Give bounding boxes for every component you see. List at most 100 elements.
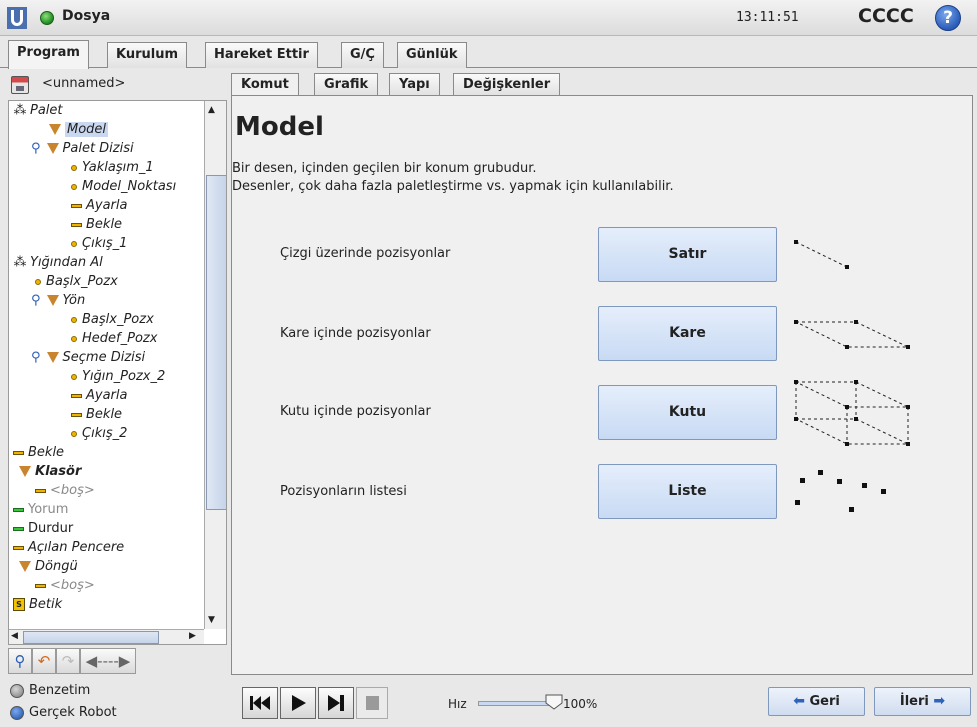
tab-grafik[interactable]: Grafik bbox=[314, 73, 379, 96]
tree-item-label: Yaklaşım_1 bbox=[82, 160, 154, 175]
stop-button[interactable] bbox=[356, 687, 388, 719]
folder-triangle-icon bbox=[19, 466, 31, 477]
tree-item-label: Çıkış_2 bbox=[82, 426, 128, 441]
tree-item[interactable]: <boş> bbox=[35, 576, 95, 595]
tree-item[interactable]: Bekle bbox=[71, 215, 122, 234]
play-button[interactable] bbox=[280, 687, 316, 719]
box-pattern-button[interactable]: Kutu bbox=[598, 385, 777, 440]
tree-item[interactable]: Yorum bbox=[13, 500, 68, 519]
tree-item-label: Yön bbox=[62, 293, 86, 308]
pattern-label-line: Çizgi üzerinde pozisyonlar bbox=[280, 246, 451, 261]
mode-simulation-label: Benzetim bbox=[29, 683, 91, 698]
file-menu[interactable]: Dosya bbox=[62, 8, 110, 24]
scroll-up-icon[interactable]: ▲ bbox=[208, 105, 215, 115]
tree-item[interactable]: S Betik bbox=[13, 595, 62, 614]
tree-item[interactable]: Başlx_Pozx bbox=[35, 272, 118, 291]
tree-item[interactable]: Ayarla bbox=[71, 386, 127, 405]
pattern-label-square: Kare içinde pozisyonlar bbox=[280, 326, 431, 341]
arrow-left-icon: ⬅ bbox=[793, 693, 805, 709]
line-pattern-button[interactable]: Satır bbox=[598, 227, 777, 282]
tree-item[interactable]: ⁂ Yığından Al bbox=[13, 253, 103, 272]
expander-icon[interactable]: ⚲ bbox=[31, 350, 41, 365]
back-label: Geri bbox=[809, 694, 840, 709]
save-icon[interactable] bbox=[11, 76, 29, 94]
tree-item[interactable]: ⚲ Yön bbox=[31, 291, 85, 310]
waypoint-icon bbox=[71, 373, 77, 380]
list-pattern-button[interactable]: Liste bbox=[598, 464, 777, 519]
tree-item[interactable]: Ayarla bbox=[71, 196, 127, 215]
step-button[interactable] bbox=[318, 687, 354, 719]
tree-horizontal-scrollbar[interactable]: ◀ ▶ bbox=[9, 629, 204, 644]
tree-item-label: Açılan Pencere bbox=[28, 540, 125, 555]
move-arrows-icon[interactable]: ◀----▶ bbox=[80, 648, 136, 674]
tree-vertical-scrollbar[interactable]: ▲ ▼ bbox=[204, 101, 226, 629]
tree-item[interactable]: Model bbox=[49, 120, 109, 139]
tree-item[interactable]: Klasör bbox=[19, 462, 81, 481]
tree-item[interactable]: <boş> bbox=[35, 481, 95, 500]
waypoint-icon bbox=[71, 164, 77, 171]
scroll-left-icon[interactable]: ◀ bbox=[11, 631, 18, 641]
skip-back-icon bbox=[250, 696, 270, 710]
tree-item-label: Seçme Dizisi bbox=[62, 350, 146, 365]
tab-gunluk[interactable]: Günlük bbox=[397, 42, 467, 68]
scroll-down-icon[interactable]: ▼ bbox=[208, 615, 215, 625]
triangle-icon bbox=[46, 352, 59, 363]
tab-degiskenler[interactable]: Değişkenler bbox=[453, 73, 561, 96]
back-button[interactable]: ⬅ Geri bbox=[768, 687, 865, 716]
expander-icon[interactable]: ⚲ bbox=[31, 293, 41, 308]
tab-gc[interactable]: G/Ç bbox=[341, 42, 384, 68]
help-icon[interactable]: ? bbox=[935, 5, 961, 31]
simulation-radio-icon[interactable] bbox=[10, 683, 24, 698]
list-pattern-icon bbox=[795, 470, 886, 512]
waypoint-icon bbox=[71, 183, 77, 190]
tree-item-label: Ayarla bbox=[86, 198, 128, 213]
scroll-thumb[interactable] bbox=[206, 175, 226, 510]
tree-item[interactable]: Model_Noktası bbox=[71, 177, 176, 196]
program-tree[interactable]: ⁂ Palet Model ⚲ Palet Dizisi Yaklaşım_1 Mo… bbox=[8, 100, 227, 645]
speed-value: 100% bbox=[563, 697, 598, 711]
expander-icon[interactable]: ⚲ bbox=[31, 141, 41, 156]
real-robot-radio-icon[interactable] bbox=[10, 705, 24, 720]
tree-item[interactable]: ⁂ Palet bbox=[13, 101, 63, 120]
rewind-button[interactable] bbox=[242, 687, 278, 719]
triangle-icon bbox=[46, 143, 59, 154]
waypoint-icon bbox=[71, 240, 77, 247]
tree-item-label: Bekle bbox=[28, 445, 65, 460]
tree-item[interactable]: ⚲ Seçme Dizisi bbox=[31, 348, 145, 367]
tree-item[interactable]: Hedef_Pozx bbox=[71, 329, 157, 348]
tree-item[interactable]: Durdur bbox=[13, 519, 73, 538]
hscroll-thumb[interactable] bbox=[23, 631, 159, 644]
tree-item[interactable]: Açılan Pencere bbox=[13, 538, 124, 557]
arrow-right-icon: ➡ bbox=[933, 693, 946, 709]
tab-yapi[interactable]: Yapı bbox=[389, 73, 440, 96]
tree-item-label: Klasör bbox=[35, 464, 82, 479]
mode-simulation[interactable]: Benzetim bbox=[10, 683, 90, 698]
tab-program[interactable]: Program bbox=[8, 40, 89, 69]
search-icon[interactable]: ⚲ bbox=[8, 648, 32, 674]
tab-kurulum[interactable]: Kurulum bbox=[107, 42, 188, 68]
tree-item[interactable]: Çıkış_1 bbox=[71, 234, 127, 253]
box-pattern-icon bbox=[794, 380, 910, 446]
tree-item[interactable]: ⚲ Palet Dizisi bbox=[31, 139, 134, 158]
tree-item[interactable]: Bekle bbox=[13, 443, 64, 462]
waypoint-icon bbox=[71, 335, 77, 342]
undo-icon[interactable]: ↶ bbox=[32, 648, 56, 674]
triangle-icon bbox=[46, 295, 59, 306]
scroll-right-icon[interactable]: ▶ bbox=[189, 631, 196, 641]
tree-item[interactable]: Başlx_Pozx bbox=[71, 310, 154, 329]
tree-item[interactable]: Çıkış_2 bbox=[71, 424, 127, 443]
redo-icon[interactable]: ↷ bbox=[56, 648, 80, 674]
triangle-icon bbox=[49, 124, 61, 135]
tab-komut[interactable]: Komut bbox=[231, 73, 299, 97]
stop-icon bbox=[13, 526, 24, 531]
mode-real-robot[interactable]: Gerçek Robot bbox=[10, 705, 117, 720]
tab-hareket-ettir[interactable]: Hareket Ettir bbox=[205, 42, 318, 68]
program-file-row: <unnamed> bbox=[8, 72, 227, 98]
next-button[interactable]: İleri ➡ bbox=[874, 687, 971, 716]
square-pattern-button[interactable]: Kare bbox=[598, 306, 777, 361]
tree-item[interactable]: Yığın_Pozx_2 bbox=[71, 367, 165, 386]
tree-item[interactable]: Döngü bbox=[19, 557, 78, 576]
tree-item[interactable]: Bekle bbox=[71, 405, 122, 424]
tree-item[interactable]: Yaklaşım_1 bbox=[71, 158, 154, 177]
speed-slider-knob[interactable] bbox=[544, 694, 564, 710]
